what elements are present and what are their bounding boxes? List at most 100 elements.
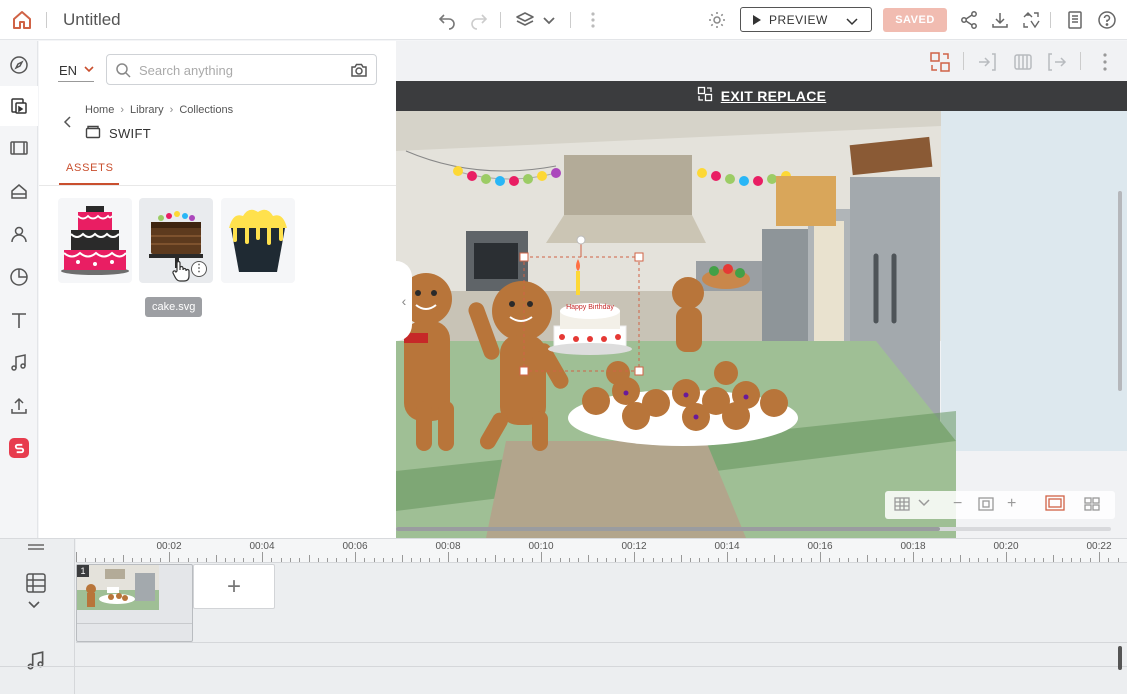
ruler-tick	[717, 558, 719, 562]
scene-canvas[interactable]: Happy Birthday	[396, 111, 1127, 538]
layout-grid-icon[interactable]	[1083, 495, 1101, 518]
text-icon[interactable]	[7, 308, 31, 332]
redo-icon[interactable]	[468, 9, 490, 31]
ruler-tick	[550, 558, 552, 562]
fit-icon[interactable]	[977, 495, 995, 518]
scene-clip[interactable]: 1	[76, 564, 193, 642]
chevron-down-icon[interactable]	[538, 9, 560, 31]
divider	[570, 12, 571, 28]
help-icon[interactable]	[1096, 9, 1118, 31]
ruler-tick	[1099, 552, 1100, 562]
canvas-toolbar	[396, 41, 1127, 81]
asset-tooltip: cake.svg	[145, 297, 203, 317]
grid-icon[interactable]	[893, 495, 911, 518]
gear-icon[interactable]	[706, 9, 728, 31]
more-options-icon[interactable]: ⋮	[191, 261, 207, 277]
undo-icon[interactable]	[436, 9, 458, 31]
zoom-out-icon[interactable]: −	[953, 495, 962, 513]
breadcrumb-home[interactable]: Home	[85, 104, 114, 116]
ruler-tick	[150, 558, 152, 562]
exit-replace-bar[interactable]: EXIT REPLACE	[396, 81, 1127, 111]
characters-icon[interactable]	[7, 179, 31, 203]
exit-replace-label[interactable]: EXIT REPLACE	[721, 88, 827, 104]
project-title[interactable]: Untitled	[63, 10, 121, 30]
ruler-tick	[382, 558, 384, 562]
translate-icon[interactable]	[1020, 9, 1042, 31]
safe-area-icon[interactable]	[1045, 495, 1065, 516]
top-bar: Untitled PREVIEW SAVED	[0, 0, 1127, 40]
chart-icon[interactable]	[7, 265, 31, 289]
timeline-scrollbar[interactable]	[1118, 646, 1122, 670]
layers-icon[interactable]	[514, 9, 536, 31]
tab-assets[interactable]: ASSETS	[66, 162, 114, 174]
chevron-down-icon[interactable]	[27, 597, 45, 615]
language-select[interactable]: EN	[59, 63, 95, 78]
preview-label: PREVIEW	[769, 12, 828, 27]
ruler-tick	[289, 558, 291, 562]
asset-pink-layer-cake[interactable]	[58, 198, 132, 283]
camera-icon[interactable]	[350, 61, 368, 79]
ruler-tick	[215, 555, 217, 562]
vertical-scrollbar[interactable]	[1118, 191, 1122, 391]
ruler-tick	[885, 558, 887, 562]
ruler-tick	[578, 558, 580, 562]
ruler-tick	[652, 558, 654, 562]
breadcrumb-collections[interactable]: Collections	[179, 104, 233, 116]
ruler-tick	[978, 558, 980, 562]
ruler-tick	[699, 558, 701, 562]
music-icon[interactable]	[25, 650, 47, 672]
asset-yellow-cupcake[interactable]	[221, 198, 295, 283]
ruler-tick	[903, 558, 905, 562]
ruler-tick	[1080, 558, 1082, 562]
ruler-tick	[187, 558, 189, 562]
music-icon[interactable]	[7, 351, 31, 375]
library-icon[interactable]	[0, 86, 38, 126]
person-icon[interactable]	[7, 222, 31, 246]
scroll-thumb[interactable]	[396, 527, 940, 531]
resize-handle-icon[interactable]	[28, 544, 44, 550]
breadcrumb-library[interactable]: Library	[130, 104, 164, 116]
film-strip-icon[interactable]	[25, 572, 47, 594]
chevron-down-icon[interactable]	[917, 495, 931, 514]
kebab-icon[interactable]	[1094, 51, 1116, 73]
preview-button[interactable]: PREVIEW	[740, 7, 872, 32]
scene-thumbnail	[77, 565, 159, 610]
ruler-tick	[931, 558, 933, 562]
compass-icon[interactable]	[7, 53, 31, 77]
home-icon[interactable]	[10, 8, 34, 32]
share-icon[interactable]	[958, 9, 980, 31]
ruler-tick	[420, 558, 422, 562]
enter-icon[interactable]	[976, 51, 998, 73]
film-icon[interactable]	[1012, 51, 1034, 73]
ruler-tick	[680, 555, 682, 562]
chevron-down-icon[interactable]	[845, 14, 859, 31]
kebab-icon[interactable]	[582, 9, 604, 31]
ruler-tick	[847, 558, 849, 562]
zoom-controls: − +	[885, 491, 1115, 519]
replace-icon[interactable]	[929, 51, 951, 73]
download-icon[interactable]	[989, 9, 1011, 31]
ruler-tick	[178, 558, 180, 562]
timeline-ruler[interactable]: 00:02 00:04 00:06 00:08 00:10 00:12 00:1…	[76, 539, 1127, 563]
ruler-tick	[131, 558, 133, 562]
saved-button[interactable]: SAVED	[883, 8, 947, 32]
collapse-panel-handle[interactable]: ‹	[396, 261, 412, 341]
notes-icon[interactable]	[1064, 9, 1086, 31]
brand-icon[interactable]	[9, 438, 29, 458]
audio-track[interactable]	[76, 642, 1127, 666]
ruler-tick	[671, 558, 673, 562]
horizontal-scrollbar[interactable]	[396, 527, 1111, 531]
exit-icon[interactable]	[1046, 51, 1068, 73]
zoom-in-icon[interactable]: +	[1007, 495, 1016, 513]
ruler-tick	[513, 558, 515, 562]
ruler-tick	[401, 555, 403, 562]
ruler-tick	[541, 552, 542, 562]
upload-icon[interactable]	[7, 394, 31, 418]
search-input[interactable]	[139, 60, 339, 80]
add-scene-button[interactable]: +	[193, 564, 275, 609]
back-icon[interactable]	[61, 113, 75, 131]
ruler-tick	[103, 558, 105, 562]
ruler-tick	[987, 558, 989, 562]
scenes-icon[interactable]	[7, 136, 31, 160]
ruler-tick	[438, 558, 440, 562]
